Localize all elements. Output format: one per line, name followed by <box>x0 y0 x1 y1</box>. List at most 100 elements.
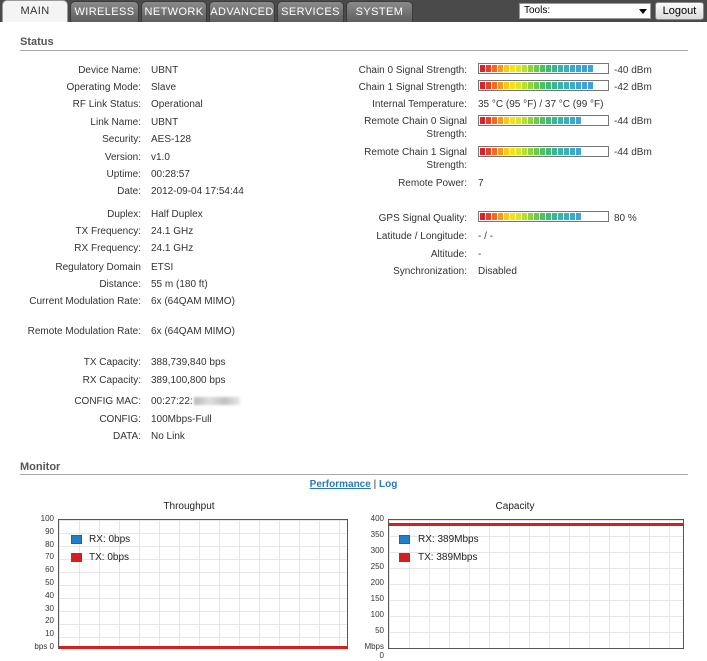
tab-main[interactable]: MAIN <box>2 0 68 22</box>
status-section-title: Status <box>20 36 54 48</box>
signal-segment <box>546 213 551 220</box>
capacity-tx-legend-label: TX: 389Mbps <box>418 552 478 563</box>
signal-segment <box>522 213 527 220</box>
device-name-value: UBNT <box>151 65 179 76</box>
signal-segment <box>504 65 509 72</box>
version-label: Version: <box>104 152 141 163</box>
config-mac-text: 00:27:22: <box>151 396 193 407</box>
signal-segment <box>546 148 551 155</box>
signal-segment <box>498 82 503 89</box>
signal-segment <box>498 213 503 220</box>
gps-signal-quality-label: GPS Signal Quality: <box>378 213 467 224</box>
chevron-down-icon <box>639 9 647 14</box>
redacted-mac-blur <box>193 397 240 406</box>
security-label: Security: <box>102 134 141 145</box>
device-name-label: Device Name: <box>78 65 141 76</box>
log-link[interactable]: Log <box>379 479 397 490</box>
signal-segment <box>552 213 557 220</box>
signal-segment <box>570 65 575 72</box>
signal-segment <box>492 82 497 89</box>
signal-segment <box>540 213 545 220</box>
monitor-links: Performance | Log <box>0 479 707 490</box>
signal-segment <box>564 148 569 155</box>
status-divider <box>20 50 688 51</box>
remote-modulation-rate-value: 6x (64QAM MIMO) <box>151 326 235 337</box>
throughput-y-tick-label: 20 <box>45 616 54 626</box>
signal-segment <box>570 82 575 89</box>
signal-segment <box>564 82 569 89</box>
throughput-rx-legend-label: RX: 0bps <box>89 534 131 545</box>
signal-segment <box>486 82 491 89</box>
performance-link[interactable]: Performance <box>310 479 371 490</box>
capacity-y-tick-label: 350 <box>370 530 384 539</box>
remote-modulation-rate-label: Remote Modulation Rate: <box>27 326 141 337</box>
signal-segment <box>486 213 491 220</box>
signal-segment <box>486 117 491 124</box>
data-value: No Link <box>151 431 185 442</box>
signal-segment <box>552 82 557 89</box>
tab-network[interactable]: NETWORK <box>141 1 207 22</box>
regulatory-domain-value: ETSI <box>151 262 174 273</box>
chain1-signal-value: -42 dBm <box>614 82 652 93</box>
signal-segment <box>480 213 485 220</box>
tab-services[interactable]: SERVICES <box>277 1 344 22</box>
signal-segment <box>504 82 509 89</box>
signal-segment <box>510 82 515 89</box>
signal-segment <box>498 148 503 155</box>
signal-segment <box>558 213 563 220</box>
logout-button[interactable]: Logout <box>655 2 704 20</box>
signal-segment <box>546 117 551 124</box>
version-value: v1.0 <box>151 152 170 163</box>
signal-segment <box>510 213 515 220</box>
capacity-tx-line <box>389 522 683 526</box>
capacity-y-tick-label: 200 <box>370 578 384 587</box>
signal-segment <box>540 82 545 89</box>
signal-segment <box>576 213 581 220</box>
rf-link-status-label: RF Link Status: <box>72 99 141 110</box>
signal-segment <box>528 82 533 89</box>
tools-dropdown-value: Tools: <box>524 5 551 16</box>
signal-segment <box>498 65 503 72</box>
distance-label: Distance: <box>99 279 141 290</box>
capacity-y-tick-label: 250 <box>370 562 384 571</box>
link-separator: | <box>373 479 377 490</box>
capacity-rx-legend-swatch <box>399 535 410 544</box>
remote-chain1-signal-label: Remote Chain 1 Signal Strength: <box>364 147 467 171</box>
throughput-y-tick-label: 60 <box>45 565 54 575</box>
signal-segment <box>588 82 593 89</box>
duplex-label: Duplex: <box>107 209 141 220</box>
signal-segment <box>504 213 509 220</box>
tab-wireless[interactable]: WIRELESS <box>70 1 139 22</box>
duplex-value: Half Duplex <box>151 209 203 220</box>
remote-chain1-signal-value: -44 dBm <box>614 147 652 158</box>
chain1-signal-label: Chain 1 Signal Strength: <box>358 82 467 93</box>
uptime-label: Uptime: <box>106 169 141 180</box>
data-label: DATA: <box>113 431 141 442</box>
uptime-value: 00:28:57 <box>151 169 190 180</box>
signal-segment <box>522 65 527 72</box>
signal-segment <box>528 148 533 155</box>
rx-capacity-value: 389,100,800 bps <box>151 375 226 386</box>
signal-segment <box>576 82 581 89</box>
tab-system[interactable]: SYSTEM <box>346 1 413 22</box>
chain0-signal-bar <box>478 63 609 74</box>
signal-segment <box>486 148 491 155</box>
signal-segment <box>510 117 515 124</box>
rx-capacity-label: RX Capacity: <box>82 375 141 386</box>
rx-frequency-value: 24.1 GHz <box>151 243 194 254</box>
config-value: 100Mbps-Full <box>151 414 212 425</box>
signal-segment <box>480 148 485 155</box>
signal-segment <box>504 117 509 124</box>
internal-temperature-value: 35 °C (95 °F) / 37 °C (99 °F) <box>478 99 604 110</box>
signal-segment <box>510 65 515 72</box>
remote-chain0-signal-label: Remote Chain 0 Signal Strength: <box>364 116 467 140</box>
gps-signal-quality-value: 80 % <box>614 213 637 224</box>
remote-chain0-signal-bar <box>478 115 609 126</box>
tab-advanced[interactable]: ADVANCED <box>209 1 275 22</box>
signal-segment <box>504 148 509 155</box>
tools-dropdown[interactable]: Tools: <box>519 3 651 19</box>
signal-segment <box>516 148 521 155</box>
signal-segment <box>570 213 575 220</box>
top-nav-bar: MAIN WIRELESS NETWORK ADVANCED SERVICES … <box>0 0 707 22</box>
capacity-rx-legend-label: RX: 389Mbps <box>418 534 479 545</box>
